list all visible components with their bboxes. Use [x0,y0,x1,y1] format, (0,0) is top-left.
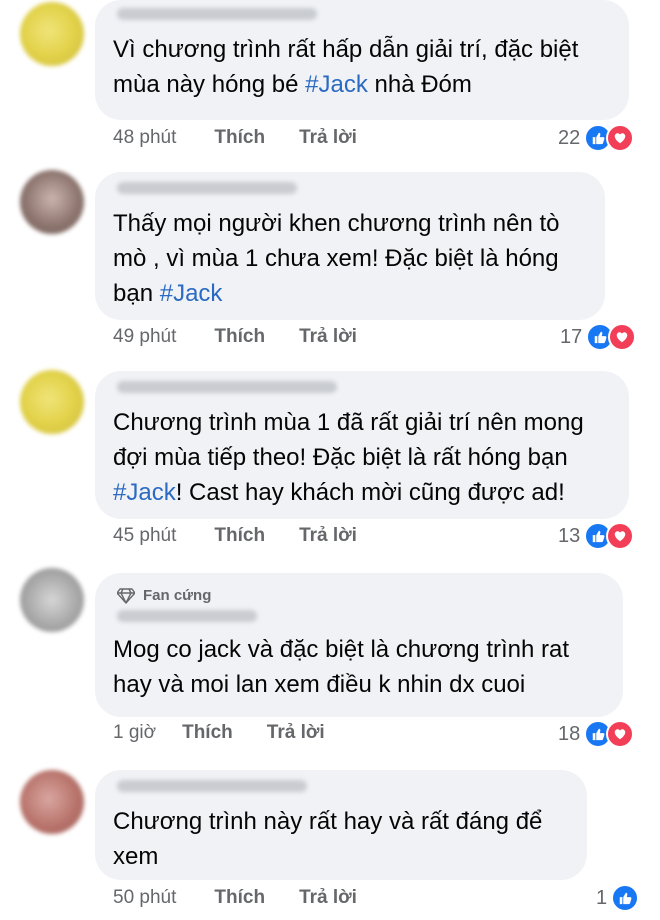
reaction-count: 13 [558,524,581,547]
comment-actions: 50 phút Thích Trả lời [113,887,357,909]
commenter-name[interactable] [117,381,337,393]
avatar[interactable] [20,370,84,434]
comment-bubble: Chương trình này rất hay và rất đáng để … [95,770,587,880]
comment-bubble: Chương trình mùa 1 đã rất giải trí nên m… [95,371,629,519]
like-button[interactable]: Thích [214,326,265,348]
reaction-count: 18 [558,722,581,745]
like-button[interactable]: Thích [214,525,265,547]
reaction-summary[interactable]: 17 [560,323,637,351]
reaction-count: 17 [560,325,583,348]
commenter-name[interactable] [117,610,257,622]
comment-actions: 45 phút Thích Trả lời [113,525,357,547]
reply-button[interactable]: Trả lời [299,127,357,149]
heart-icon [608,323,637,351]
comment-bubble: Fan cứng Mog co jack và đặc biệt là chươ… [95,573,623,717]
comment-actions: 48 phút Thích Trả lời [113,127,357,149]
like-button[interactable]: Thích [214,127,265,149]
comment-time[interactable]: 1 giờ [113,722,156,744]
comment-text: Mog co jack và đặc biệt là chương trình … [113,636,570,698]
commenter-name[interactable] [117,182,297,194]
commenter-name[interactable] [117,780,307,792]
comment-time[interactable]: 50 phút [113,887,176,909]
hashtag-link[interactable]: #Jack [305,71,368,98]
reply-button[interactable]: Trả lời [299,326,357,348]
diamond-icon [117,587,135,604]
reaction-summary[interactable]: 1 [596,884,640,912]
like-icon [611,884,640,912]
comment-bubble: Thấy mọi người khen chương trình nên tò … [95,172,605,320]
reply-button[interactable]: Trả lời [299,887,357,909]
avatar[interactable] [20,2,84,66]
badge-label: Fan cứng [143,587,212,604]
like-button[interactable]: Thích [214,887,265,909]
reaction-summary[interactable]: 22 [558,124,635,152]
avatar[interactable] [20,568,84,632]
comment-actions: 49 phút Thích Trả lời [113,326,357,348]
hashtag-link[interactable]: #Jack [113,479,176,506]
avatar[interactable] [20,170,84,234]
comment-text: Thấy mọi người khen chương trình nên tò … [113,210,560,307]
comment-text: Vì chương trình rất hấp dẫn giải trí, đặ… [113,36,579,98]
comment-bubble: Vì chương trình rất hấp dẫn giải trí, đặ… [95,0,629,120]
reaction-count: 1 [596,886,608,909]
comment-text: Chương trình này rất hay và rất đáng để … [113,808,543,870]
commenter-name[interactable] [117,8,317,20]
reaction-summary[interactable]: 13 [558,522,635,550]
hashtag-link[interactable]: #Jack [160,280,223,307]
comment-time[interactable]: 48 phút [113,127,176,149]
like-button[interactable]: Thích [182,722,233,744]
comment-time[interactable]: 49 phút [113,326,176,348]
comment-text: Chương trình mùa 1 đã rất giải trí nên m… [113,409,584,506]
heart-icon [606,522,635,550]
reply-button[interactable]: Trả lời [267,722,325,744]
reaction-summary[interactable]: 18 [558,720,635,748]
avatar[interactable] [20,770,84,834]
comment-time[interactable]: 45 phút [113,525,176,547]
fan-badge[interactable]: Fan cứng [117,587,605,604]
heart-icon [606,124,635,152]
reply-button[interactable]: Trả lời [299,525,357,547]
reaction-count: 22 [558,126,581,149]
heart-icon [606,720,635,748]
comment-actions: 1 giờ Thích Trả lời [113,722,325,744]
